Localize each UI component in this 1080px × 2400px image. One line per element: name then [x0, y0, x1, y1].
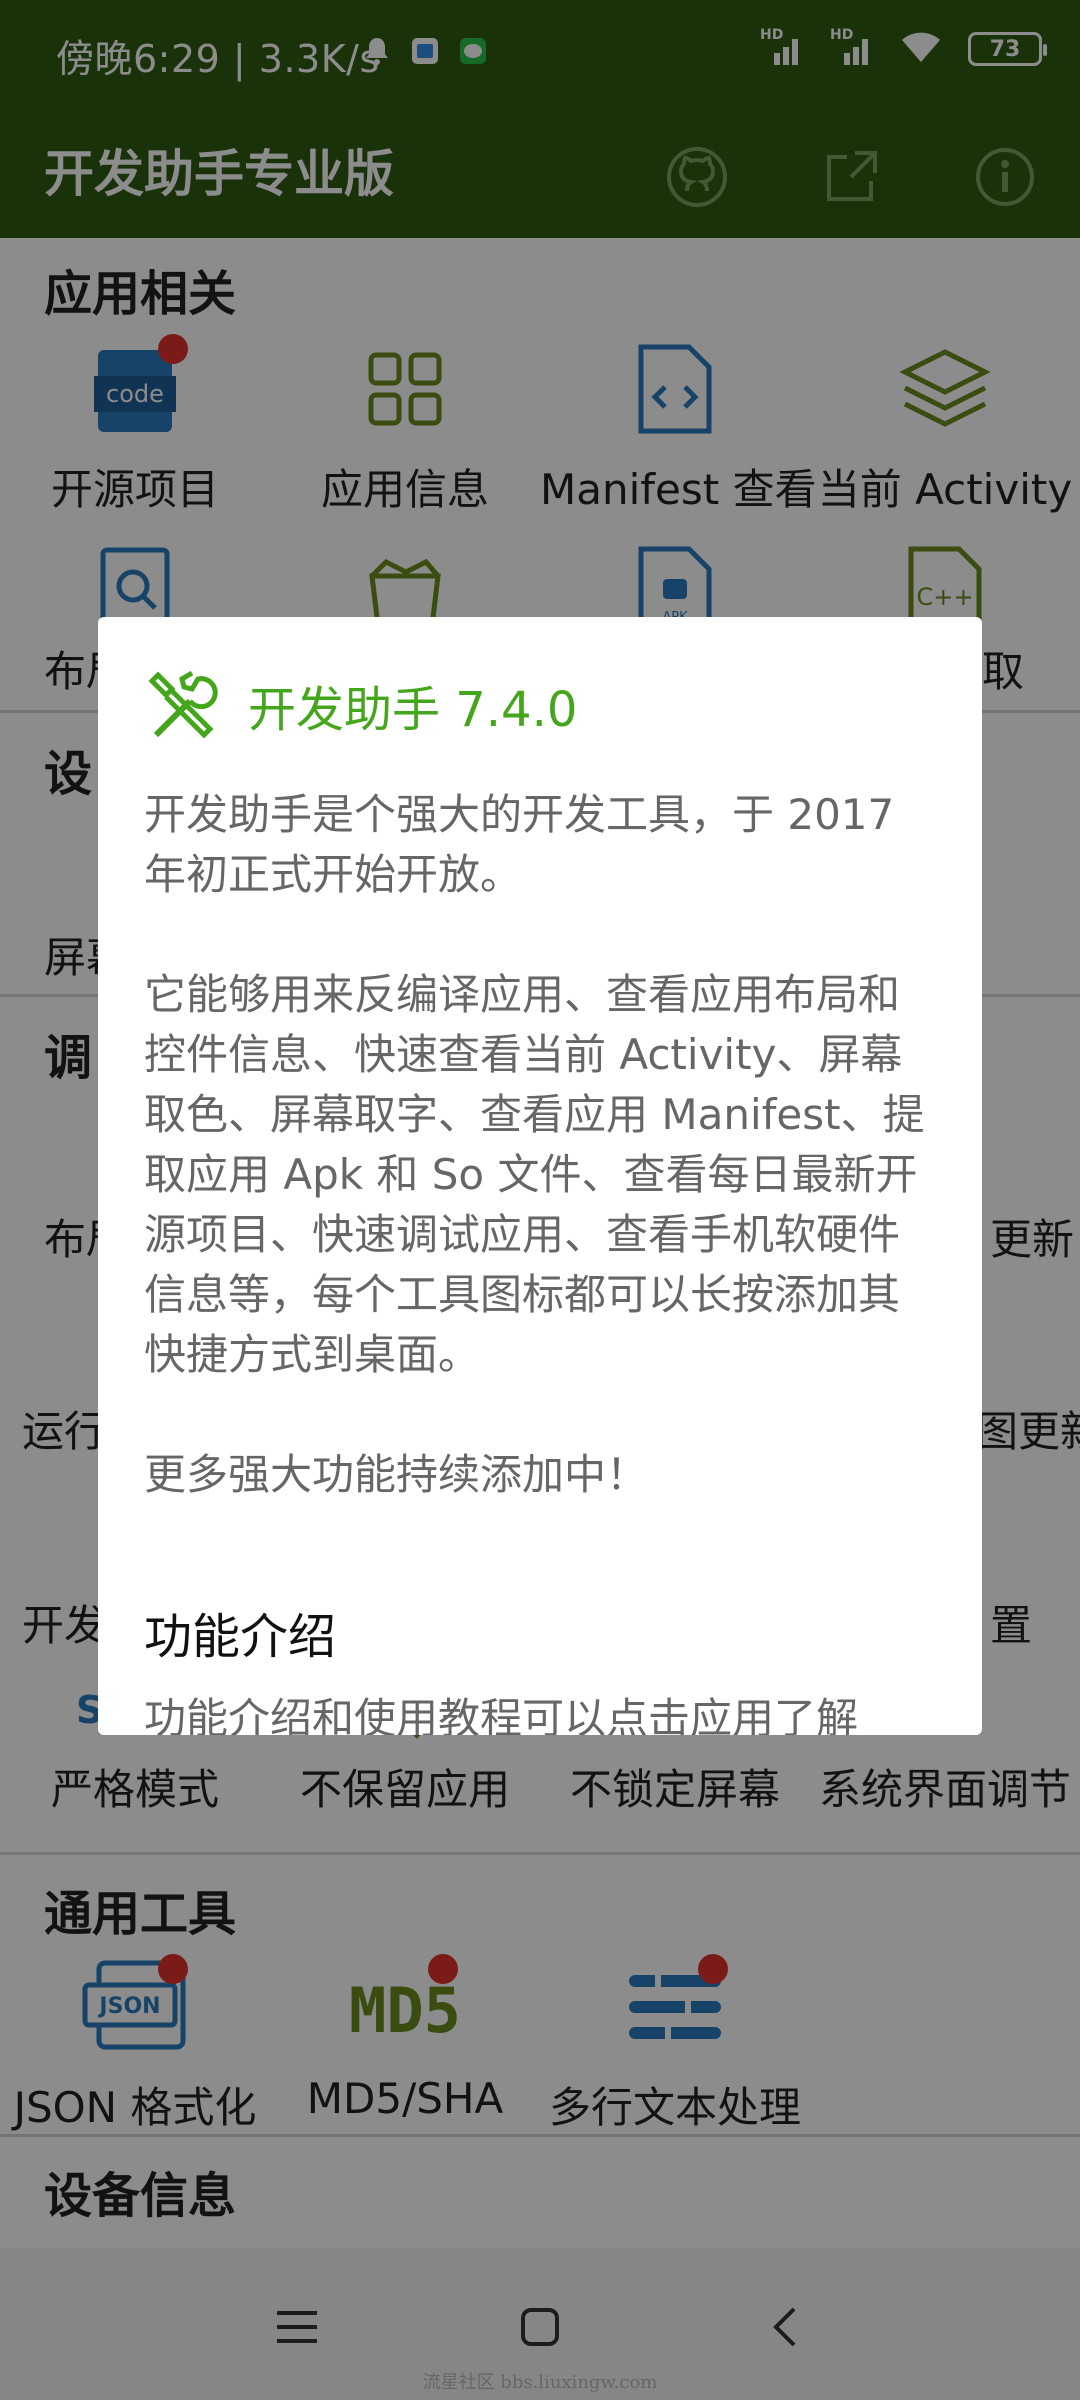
- tools-icon: [144, 665, 224, 745]
- dialog-body: 开发助手是个强大的开发工具，于 2017 年初正式开始开放。 它能够用来反编译应…: [144, 785, 934, 1565]
- dialog-paragraph: 它能够用来反编译应用、查看应用布局和控件信息、快速查看当前 Activity、屏…: [144, 970, 925, 1379]
- dialog-header: 开发助手 7.4.0: [144, 665, 577, 745]
- dialog-subheading: 功能介绍: [144, 1609, 337, 1665]
- dialog-cut-text: 功能介绍和使用教程可以点击应用了解: [144, 1694, 859, 1735]
- about-dialog: 开发助手 7.4.0 开发助手是个强大的开发工具，于 2017 年初正式开始开放…: [98, 617, 982, 1735]
- dialog-paragraph: 更多强大功能持续添加中！: [144, 1450, 649, 1499]
- dialog-paragraph: 开发助手是个强大的开发工具，于 2017 年初正式开始开放。: [144, 790, 895, 899]
- dialog-title: 开发助手 7.4.0: [248, 682, 578, 738]
